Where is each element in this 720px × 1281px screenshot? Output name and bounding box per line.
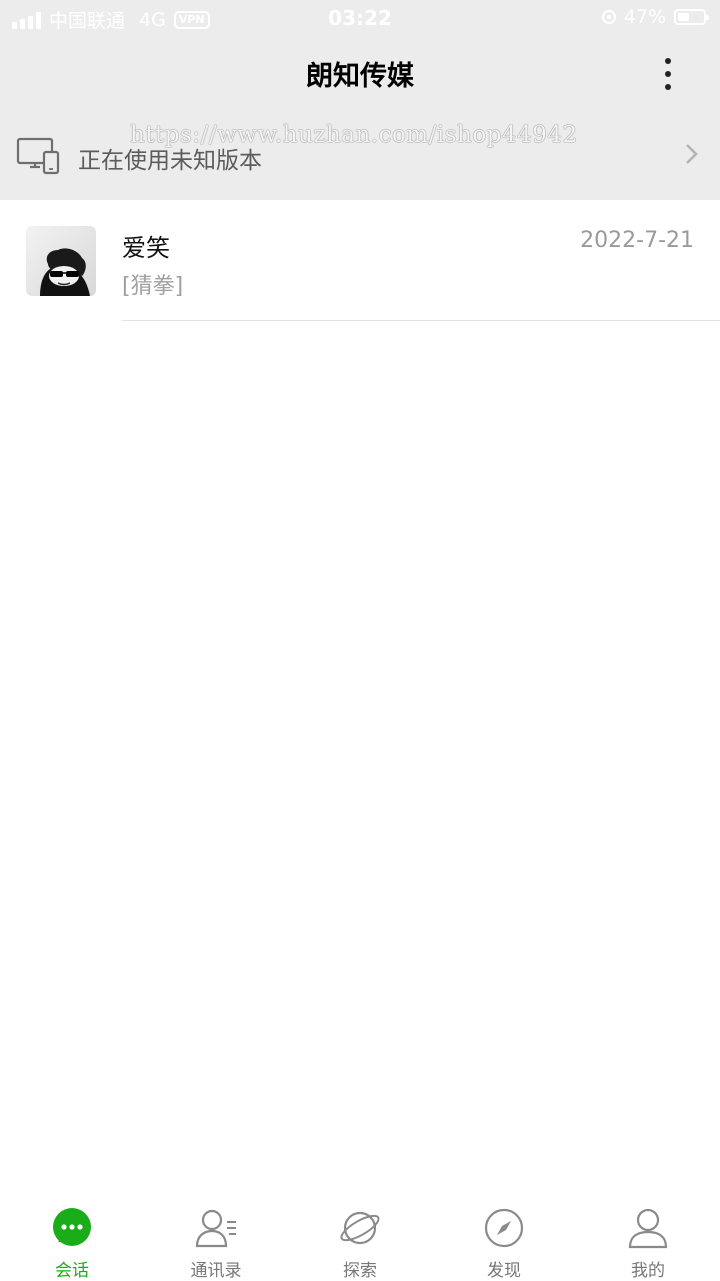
conversation-item[interactable]: 爱笑 2022-7-21 [猜拳]: [0, 200, 720, 321]
battery-percent: 47%: [623, 6, 666, 28]
desktop-phone-icon: [16, 137, 60, 175]
tab-explore[interactable]: 探索: [288, 1196, 432, 1281]
conversation-time: 2022-7-21: [580, 228, 694, 253]
watermark-text: https://www.huzhan.com/ishop44942: [130, 122, 578, 148]
tab-label: 我的: [631, 1261, 665, 1281]
planet-icon: [340, 1211, 380, 1245]
status-bar: 中国联通 4G VPN 03:22 47%: [0, 0, 720, 36]
nav-bar: 朗知传媒: [0, 36, 720, 110]
contacts-icon: [195, 1209, 236, 1248]
tab-conversations[interactable]: 会话: [0, 1196, 144, 1281]
tab-contacts[interactable]: 通讯录: [144, 1196, 288, 1281]
tab-label: 会话: [55, 1261, 89, 1281]
tab-label: 发现: [487, 1261, 521, 1281]
battery-icon: [674, 9, 709, 25]
conversation-preview: [猜拳]: [122, 274, 184, 299]
person-icon: [628, 1208, 668, 1249]
status-right: 47%: [601, 6, 709, 28]
avatar: [26, 226, 96, 296]
tab-discover[interactable]: 发现: [432, 1196, 576, 1281]
conversation-name: 爱笑: [122, 234, 170, 262]
tab-bar: 会话 通讯录 探索 发现 我的: [0, 1196, 720, 1281]
tab-label: 通讯录: [190, 1261, 242, 1281]
chat-bubble-icon: [53, 1208, 91, 1246]
page-title: 朗知传媒: [306, 61, 414, 92]
tab-label: 探索: [343, 1261, 377, 1281]
chevron-right-icon: [686, 144, 698, 164]
divider: [122, 320, 720, 321]
tab-me[interactable]: 我的: [576, 1196, 720, 1281]
orientation-lock-icon: [601, 10, 616, 24]
compass-icon: [484, 1208, 524, 1248]
more-vertical-icon[interactable]: [646, 56, 690, 92]
